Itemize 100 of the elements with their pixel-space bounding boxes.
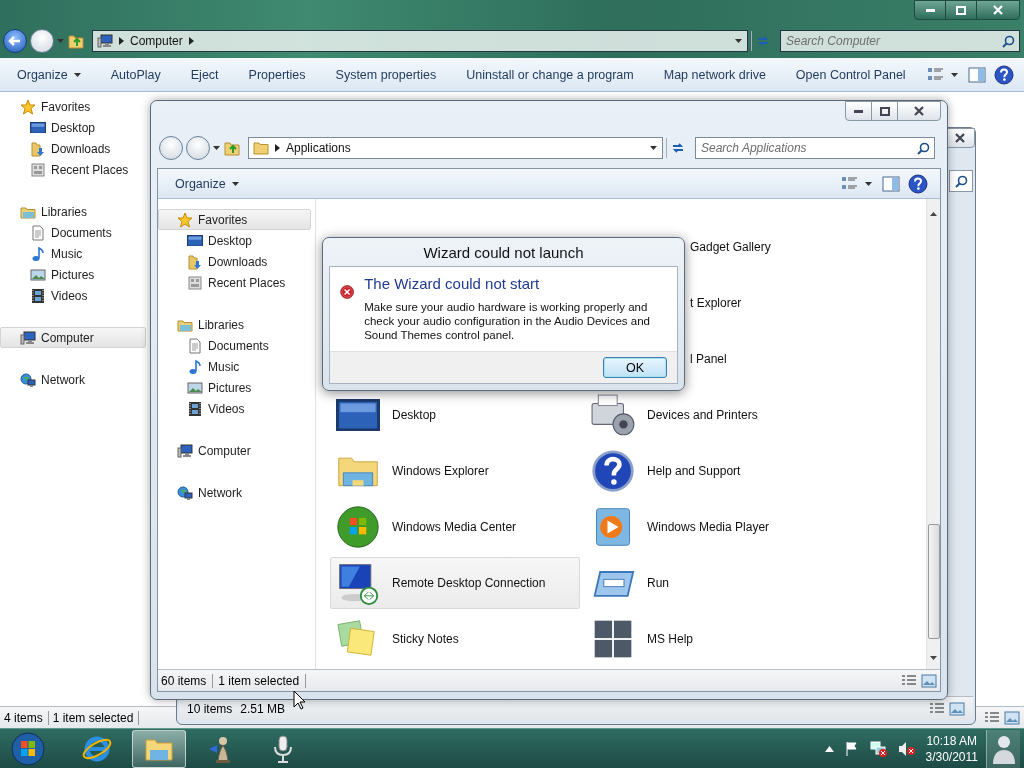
large-icons-view-icon[interactable]	[1004, 710, 1020, 725]
flag-icon[interactable]	[843, 740, 860, 757]
user-button[interactable]	[986, 729, 1020, 768]
details-view-icon[interactable]	[984, 710, 1000, 725]
app-item[interactable]: Windows Media Player	[585, 501, 835, 553]
back-button[interactable]	[3, 29, 27, 53]
speaker-muted-icon[interactable]	[897, 740, 916, 757]
minimize-icon	[854, 109, 863, 113]
toolbar-button[interactable]: Organize	[8, 63, 90, 86]
minimize-button[interactable]	[914, 0, 946, 20]
nav-item[interactable]: Recent Places	[0, 159, 146, 180]
view-options-icon[interactable]	[841, 175, 859, 192]
app-item[interactable]: Sticky Notes	[330, 613, 580, 665]
nav-item[interactable]: Libraries	[158, 314, 311, 335]
toolbar-button[interactable]: Map network drive	[654, 63, 775, 86]
downloads-folder-icon	[30, 140, 46, 157]
picture-icon	[187, 379, 203, 396]
help-icon	[591, 449, 635, 493]
caret-icon	[57, 39, 64, 43]
nav-item[interactable]: Favorites	[0, 96, 146, 117]
nav-item[interactable]: Desktop	[158, 230, 311, 251]
minimize-button[interactable]	[845, 101, 872, 121]
app-item[interactable]: MS Help	[585, 613, 835, 665]
nav-item[interactable]: Computer	[158, 440, 311, 461]
toolbar-button[interactable]: System properties	[326, 63, 446, 86]
dialog-title: Wizard could not launch	[422, 243, 585, 263]
nav-item[interactable]: Music	[0, 243, 146, 264]
status-text: 1 item selected	[52, 710, 140, 725]
network-error-icon[interactable]	[869, 740, 888, 757]
nav-item[interactable]: Documents	[158, 335, 311, 356]
up-folder-icon[interactable]	[67, 32, 85, 50]
large-icons-view-icon[interactable]	[949, 701, 965, 716]
scrollbar-thumb[interactable]	[927, 524, 940, 639]
computer-icon	[97, 33, 113, 49]
minimize-icon	[925, 8, 935, 12]
search-icon[interactable]	[917, 142, 930, 155]
app-item[interactable]: l Panel	[685, 333, 732, 385]
desktop-icon	[336, 398, 380, 432]
film-strip-icon	[187, 400, 203, 417]
nav-item[interactable]: Downloads	[0, 138, 146, 159]
help-icon[interactable]	[993, 64, 1014, 85]
toolbar-button[interactable]: Open Control Panel	[786, 63, 915, 86]
address-bar[interactable]: Computer	[92, 30, 748, 52]
caret-icon	[231, 181, 239, 186]
maximize-button[interactable]	[871, 101, 898, 121]
app-item[interactable]: Windows Explorer	[330, 445, 580, 497]
app-item[interactable]: Windows Media Center	[330, 501, 580, 553]
status-text: 4 items	[4, 710, 49, 725]
close-button[interactable]	[976, 0, 1020, 20]
nav-item[interactable]: Music	[158, 356, 311, 377]
scrollbar[interactable]	[926, 199, 940, 669]
nav-item[interactable]: Desktop	[0, 117, 146, 138]
nav-item[interactable]: Videos	[158, 398, 311, 419]
view-options-icon[interactable]	[926, 66, 945, 83]
search-icon[interactable]	[1002, 35, 1015, 48]
nav-item[interactable]: Recent Places	[158, 272, 311, 293]
toolbar-button[interactable]: Organize	[166, 172, 248, 195]
scroll-arrow-icon[interactable]	[930, 656, 937, 660]
refresh-icon[interactable]	[670, 141, 685, 155]
show-hidden-icons-icon[interactable]	[824, 745, 834, 752]
app-item[interactable]: Help and Support	[585, 445, 835, 497]
nav-item[interactable]: Pictures	[0, 264, 146, 285]
toolbar-button[interactable]: Uninstall or change a program	[457, 63, 643, 86]
close-button[interactable]	[897, 101, 941, 121]
forward-button[interactable]	[30, 29, 54, 53]
app-item[interactable]: Remote Desktop Connection	[330, 557, 580, 609]
toolbar-button[interactable]: AutoPlay	[101, 63, 170, 86]
forward-button[interactable]	[186, 136, 210, 160]
clock[interactable]: 10:18 AM 3/30/2011	[925, 732, 978, 765]
toolbar-button[interactable]: Eject	[181, 63, 228, 86]
app-item[interactable]: Run	[585, 557, 835, 609]
search-field[interactable]: Search Computer	[780, 30, 1020, 52]
up-folder-icon[interactable]	[223, 139, 241, 157]
maximize-button[interactable]	[945, 0, 977, 20]
app-item[interactable]: t Explorer	[685, 277, 747, 329]
toolbar-button[interactable]: Properties	[239, 63, 315, 86]
caret-icon	[73, 72, 81, 77]
app-item[interactable]: Gadget Gallery	[685, 221, 776, 273]
large-icons-view-icon[interactable]	[921, 673, 937, 688]
help-icon[interactable]	[908, 173, 928, 194]
scroll-arrow-icon[interactable]	[930, 212, 937, 216]
nav-item[interactable]: Network	[0, 369, 146, 390]
taskbar-button[interactable]	[132, 729, 186, 768]
search-icon[interactable]	[954, 174, 968, 188]
app-item[interactable]: Devices and Printers	[585, 389, 835, 441]
details-view-icon[interactable]	[901, 673, 917, 688]
nav-item[interactable]: Pictures	[158, 377, 311, 398]
status-text: 10 items	[187, 701, 233, 716]
nav-item[interactable]: Documents	[0, 222, 146, 243]
details-view-icon[interactable]	[929, 701, 945, 716]
ok-button[interactable]: OK	[603, 357, 667, 378]
nav-item[interactable]: Downloads	[158, 251, 311, 272]
address-bar[interactable]: Applications	[248, 137, 663, 159]
nav-item[interactable]: Computer	[0, 327, 146, 348]
app-item[interactable]: Desktop	[330, 389, 580, 441]
nav-item[interactable]: Videos	[0, 285, 146, 306]
search-field[interactable]: Search Applications	[695, 137, 935, 159]
nav-item[interactable]: Libraries	[0, 201, 146, 222]
nav-item[interactable]: Favorites	[158, 209, 311, 230]
nav-item[interactable]: Network	[158, 482, 311, 503]
